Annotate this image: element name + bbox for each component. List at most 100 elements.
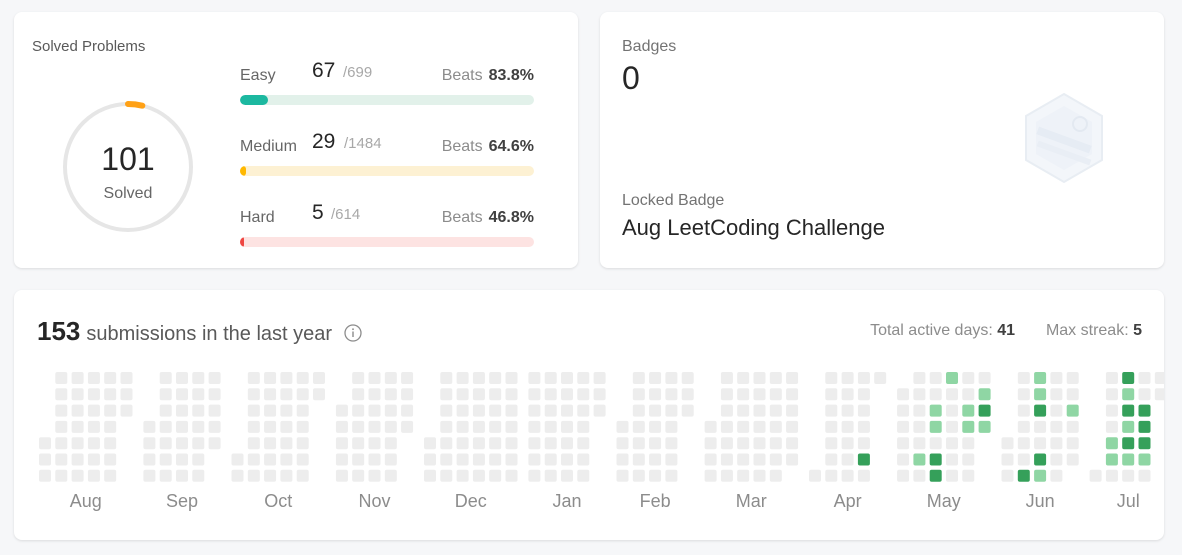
heatmap-cell[interactable] <box>335 404 348 417</box>
heatmap-cell[interactable] <box>87 469 100 482</box>
heatmap-cell[interactable] <box>897 420 910 433</box>
heatmap-cell[interactable] <box>176 404 188 417</box>
heatmap-cell-active[interactable] <box>1138 437 1151 450</box>
heatmap-cell[interactable] <box>264 388 277 401</box>
heatmap-cell[interactable] <box>247 388 260 401</box>
heatmap-cell[interactable] <box>104 372 117 384</box>
heatmap-cell[interactable] <box>71 388 84 401</box>
heatmap-cell[interactable] <box>681 404 694 417</box>
heatmap-cell[interactable] <box>577 420 590 433</box>
heatmap-cell[interactable] <box>264 420 277 433</box>
heatmap-cell[interactable] <box>440 388 453 401</box>
heatmap-cell[interactable] <box>528 372 541 384</box>
heatmap-cell[interactable] <box>384 469 397 482</box>
heatmap-cell[interactable] <box>143 420 156 433</box>
heatmap-cell[interactable] <box>159 404 172 417</box>
heatmap-cell[interactable] <box>352 388 365 401</box>
heatmap-cell[interactable] <box>71 372 84 384</box>
heatmap-cell[interactable] <box>1017 420 1030 433</box>
heatmap-cell[interactable] <box>368 420 381 433</box>
heatmap-cell[interactable] <box>544 372 557 384</box>
heatmap-cell[interactable] <box>632 388 645 401</box>
heatmap-cell[interactable] <box>913 437 926 450</box>
heatmap-cell[interactable] <box>649 420 662 433</box>
heatmap-cell[interactable] <box>769 469 782 482</box>
heatmap-cell-active[interactable] <box>978 420 991 433</box>
heatmap-cell[interactable] <box>825 372 838 384</box>
heatmap-cell-active[interactable] <box>1122 437 1135 450</box>
heatmap-cell[interactable] <box>489 469 502 482</box>
heatmap-cell[interactable] <box>1105 469 1118 482</box>
heatmap-cell[interactable] <box>176 420 188 433</box>
heatmap-cell[interactable] <box>296 469 309 482</box>
heatmap-cell[interactable] <box>737 388 750 401</box>
heatmap-cell[interactable] <box>384 404 397 417</box>
heatmap-cell[interactable] <box>946 404 958 417</box>
heatmap-cell[interactable] <box>280 372 293 384</box>
heatmap-cell[interactable] <box>87 453 100 466</box>
heatmap-cell[interactable] <box>143 437 156 450</box>
heatmap-cell-active[interactable] <box>1138 404 1151 417</box>
heatmap-cell[interactable] <box>104 404 117 417</box>
heatmap-cell[interactable] <box>120 372 133 384</box>
heatmap-cell[interactable] <box>472 372 485 384</box>
heatmap-cell[interactable] <box>280 453 293 466</box>
heatmap-cell[interactable] <box>825 469 838 482</box>
heatmap-cell-active[interactable] <box>962 420 975 433</box>
heatmap-cell[interactable] <box>632 469 645 482</box>
heatmap-cell[interactable] <box>1017 437 1030 450</box>
heatmap-cell[interactable] <box>456 372 469 384</box>
heatmap-cell[interactable] <box>649 372 662 384</box>
heatmap-cell-active[interactable] <box>1122 388 1135 401</box>
heatmap-cell[interactable] <box>71 420 84 433</box>
heatmap-cell[interactable] <box>440 404 453 417</box>
heatmap-cell[interactable] <box>544 469 557 482</box>
heatmap-cell[interactable] <box>665 469 678 482</box>
heatmap-cell[interactable] <box>440 372 453 384</box>
heatmap-cell[interactable] <box>505 469 518 482</box>
heatmap-cell-active[interactable] <box>1034 372 1047 384</box>
heatmap-cell[interactable] <box>897 437 910 450</box>
heatmap-cell[interactable] <box>720 388 733 401</box>
heatmap-cell[interactable] <box>737 453 750 466</box>
heatmap-cell[interactable] <box>208 388 221 401</box>
heatmap-cell-active[interactable] <box>1122 404 1135 417</box>
heatmap-cell[interactable] <box>313 372 325 384</box>
heatmap-cell[interactable] <box>593 404 606 417</box>
heatmap-cell[interactable] <box>368 469 381 482</box>
heatmap-cell[interactable] <box>720 372 733 384</box>
heatmap-cell[interactable] <box>665 437 678 450</box>
heatmap-cell[interactable] <box>753 404 766 417</box>
heatmap-cell[interactable] <box>786 453 799 466</box>
heatmap-cell[interactable] <box>1050 372 1063 384</box>
heatmap-cell[interactable] <box>424 469 436 482</box>
heatmap-cell-active[interactable] <box>1122 420 1135 433</box>
heatmap-cell[interactable] <box>1050 437 1063 450</box>
heatmap-cell[interactable] <box>720 437 733 450</box>
heatmap-cell-active[interactable] <box>929 469 942 482</box>
heatmap-cell[interactable] <box>841 469 854 482</box>
heatmap-cell[interactable] <box>704 420 717 433</box>
heatmap-cell[interactable] <box>1066 372 1079 384</box>
heatmap-cell[interactable] <box>1034 420 1047 433</box>
heatmap-cell[interactable] <box>176 388 188 401</box>
heatmap-cell[interactable] <box>296 388 309 401</box>
heatmap-cell[interactable] <box>87 404 100 417</box>
heatmap-cell[interactable] <box>489 420 502 433</box>
heatmap-cell[interactable] <box>593 388 606 401</box>
heatmap-cell[interactable] <box>401 372 414 384</box>
heatmap-cell[interactable] <box>352 469 365 482</box>
heatmap-cell[interactable] <box>946 388 958 401</box>
heatmap-cell[interactable] <box>825 453 838 466</box>
heatmap-cell[interactable] <box>159 437 172 450</box>
heatmap-cell-active[interactable] <box>1122 453 1135 466</box>
heatmap-cell[interactable] <box>897 453 910 466</box>
heatmap-cell[interactable] <box>505 404 518 417</box>
heatmap-cell[interactable] <box>577 469 590 482</box>
heatmap-cell[interactable] <box>737 404 750 417</box>
heatmap-cell[interactable] <box>1154 388 1164 401</box>
heatmap-cell[interactable] <box>1066 420 1079 433</box>
heatmap-cell[interactable] <box>913 372 926 384</box>
heatmap-cell[interactable] <box>296 437 309 450</box>
heatmap-cell[interactable] <box>665 388 678 401</box>
